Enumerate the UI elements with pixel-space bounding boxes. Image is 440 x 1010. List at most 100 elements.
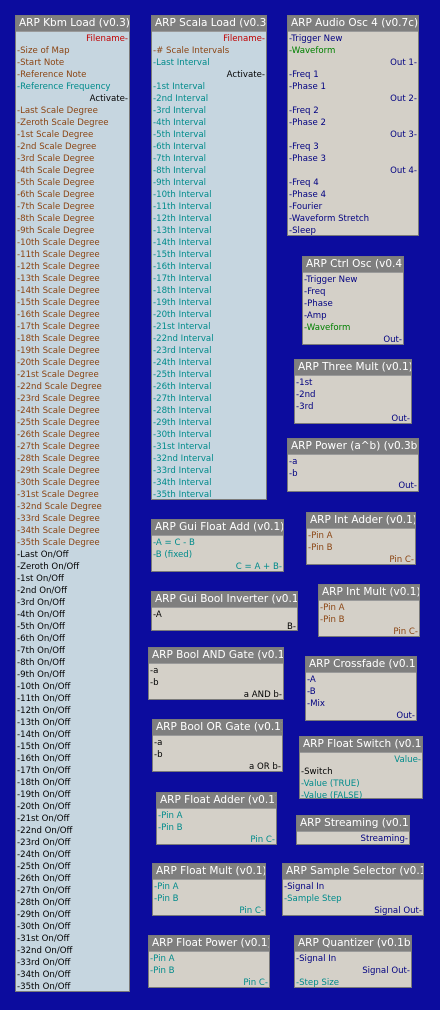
output-pin[interactable]: Filename- bbox=[152, 33, 266, 45]
input-pin[interactable]: -19th Scale Degree bbox=[16, 345, 129, 357]
input-pin[interactable]: -35th On/Off bbox=[16, 981, 129, 993]
input-pin[interactable]: -14th Scale Degree bbox=[16, 285, 129, 297]
input-pin[interactable]: -34th Scale Degree bbox=[16, 525, 129, 537]
input-pin[interactable]: -13th On/Off bbox=[16, 717, 129, 729]
module-int-mult[interactable]: ARP Int Mult (v0.1) -Pin A -Pin B Pin C- bbox=[318, 584, 420, 637]
output-pin[interactable]: Streaming- bbox=[297, 833, 409, 845]
input-pin[interactable]: -Signal In bbox=[295, 953, 411, 965]
input-pin[interactable]: -16th Interval bbox=[152, 261, 266, 273]
input-pin[interactable]: -Last On/Off bbox=[16, 549, 129, 561]
input-pin[interactable]: -14th On/Off bbox=[16, 729, 129, 741]
input-pin[interactable]: -Pin B bbox=[319, 614, 419, 626]
module-title[interactable]: ARP Gui Bool Inverter (v0.1) bbox=[152, 592, 297, 608]
input-pin[interactable]: -Pin A bbox=[307, 530, 415, 542]
module-title[interactable]: ARP Power (a^b) (v0.3b) bbox=[288, 439, 418, 455]
input-pin[interactable]: -10th Interval bbox=[152, 189, 266, 201]
input-pin[interactable]: -a bbox=[288, 456, 418, 468]
output-pin[interactable]: Out- bbox=[306, 710, 416, 722]
input-pin[interactable]: -4th On/Off bbox=[16, 609, 129, 621]
module-title[interactable]: ARP Ctrl Osc (v0.4) bbox=[303, 257, 403, 273]
input-pin[interactable]: -Waveform bbox=[288, 45, 418, 57]
output-pin[interactable]: Pin C- bbox=[149, 977, 269, 989]
input-pin[interactable]: -b bbox=[149, 677, 283, 689]
input-pin[interactable]: -3rd Interval bbox=[152, 105, 266, 117]
output-pin[interactable]: Out 1- bbox=[288, 57, 418, 69]
input-pin[interactable]: -22nd On/Off bbox=[16, 825, 129, 837]
input-pin[interactable]: -a bbox=[153, 737, 282, 749]
input-pin[interactable]: -13th Interval bbox=[152, 225, 266, 237]
input-pin[interactable]: -25th Interval bbox=[152, 369, 266, 381]
input-pin[interactable]: -33rd On/Off bbox=[16, 957, 129, 969]
input-pin[interactable]: -31st Interval bbox=[152, 441, 266, 453]
input-pin[interactable]: -Phase 2 bbox=[288, 117, 418, 129]
module-gui-float-add[interactable]: ARP Gui Float Add (v0.1) -A = C - B -B (fi… bbox=[151, 519, 284, 572]
input-pin[interactable]: -B (fixed) bbox=[152, 549, 283, 561]
input-pin[interactable]: -32nd On/Off bbox=[16, 945, 129, 957]
input-pin[interactable]: -4th Interval bbox=[152, 117, 266, 129]
module-sample-selector[interactable]: ARP Sample Selector (v0.1) -Signal In -Sam… bbox=[282, 863, 424, 916]
module-title[interactable]: ARP Sample Selector (v0.1) bbox=[283, 864, 423, 880]
input-pin[interactable]: -11th On/Off bbox=[16, 693, 129, 705]
output-pin[interactable]: Pin C- bbox=[319, 626, 419, 638]
input-pin[interactable]: -Mix bbox=[306, 698, 416, 710]
input-pin[interactable]: -5th Interval bbox=[152, 129, 266, 141]
module-title[interactable]: ARP Float Adder (v0.1) bbox=[157, 793, 276, 809]
input-pin[interactable]: -Pin A bbox=[319, 602, 419, 614]
input-pin[interactable]: -2nd bbox=[295, 389, 411, 401]
input-pin[interactable]: -3rd On/Off bbox=[16, 597, 129, 609]
input-pin[interactable]: -Pin A bbox=[157, 810, 276, 822]
input-pin[interactable]: -35th Interval bbox=[152, 489, 266, 501]
module-streaming[interactable]: ARP Streaming (v0.1) Streaming- bbox=[296, 815, 410, 845]
module-float-mult[interactable]: ARP Float Mult (v0.1) -Pin A -Pin B Pin C- bbox=[152, 863, 266, 916]
input-pin[interactable]: -1st Scale Degree bbox=[16, 129, 129, 141]
input-pin[interactable]: -Pin B bbox=[157, 822, 276, 834]
input-pin[interactable]: -15th On/Off bbox=[16, 741, 129, 753]
module-float-adder[interactable]: ARP Float Adder (v0.1) -Pin A -Pin B Pin C- bbox=[156, 792, 277, 845]
input-pin[interactable]: -32nd Scale Degree bbox=[16, 501, 129, 513]
module-title[interactable]: ARP Quantizer (v0.1b) bbox=[295, 936, 411, 952]
module-title[interactable]: ARP Scala Load (v0.3) bbox=[152, 16, 266, 32]
input-pin[interactable]: -30th Interval bbox=[152, 429, 266, 441]
input-pin[interactable]: -17th Interval bbox=[152, 273, 266, 285]
input-pin[interactable]: -9th On/Off bbox=[16, 669, 129, 681]
input-pin[interactable]: -10th On/Off bbox=[16, 681, 129, 693]
output-pin[interactable]: Out 3- bbox=[288, 129, 418, 141]
output-pin[interactable]: Activate- bbox=[152, 69, 266, 81]
input-pin[interactable]: -33rd Interval bbox=[152, 465, 266, 477]
input-pin[interactable]: -26th Scale Degree bbox=[16, 429, 129, 441]
input-pin[interactable]: -20th On/Off bbox=[16, 801, 129, 813]
input-pin[interactable]: -Last Scale Degree bbox=[16, 105, 129, 117]
input-pin[interactable]: -27th Scale Degree bbox=[16, 441, 129, 453]
input-pin[interactable]: -2nd Interval bbox=[152, 93, 266, 105]
input-pin[interactable]: -A bbox=[152, 609, 297, 621]
input-pin[interactable]: -17th Scale Degree bbox=[16, 321, 129, 333]
input-pin[interactable]: -6th On/Off bbox=[16, 633, 129, 645]
input-pin[interactable]: -3rd bbox=[295, 401, 411, 413]
input-pin[interactable]: -9th Interval bbox=[152, 177, 266, 189]
output-pin[interactable]: a AND b- bbox=[149, 689, 283, 701]
module-bool-and-gate[interactable]: ARP Bool AND Gate (v0.1) -a -b a AND b- bbox=[148, 647, 284, 700]
module-gui-bool-inverter[interactable]: ARP Gui Bool Inverter (v0.1) -A B- bbox=[151, 591, 298, 632]
input-pin[interactable]: -3rd Scale Degree bbox=[16, 153, 129, 165]
input-pin[interactable]: -25th Scale Degree bbox=[16, 417, 129, 429]
output-pin[interactable]: a OR b- bbox=[153, 761, 282, 773]
input-pin[interactable]: -27th On/Off bbox=[16, 885, 129, 897]
input-pin[interactable]: -34th On/Off bbox=[16, 969, 129, 981]
input-pin[interactable]: -18th Interval bbox=[152, 285, 266, 297]
input-pin[interactable]: -5th Scale Degree bbox=[16, 177, 129, 189]
input-pin[interactable]: -13th Scale Degree bbox=[16, 273, 129, 285]
input-pin[interactable]: -6th Interval bbox=[152, 141, 266, 153]
module-crossfade[interactable]: ARP Crossfade (v0.1) -A -B -Mix Out- bbox=[305, 656, 417, 721]
input-pin[interactable]: -b bbox=[153, 749, 282, 761]
input-pin[interactable]: -10th Scale Degree bbox=[16, 237, 129, 249]
output-pin[interactable]: Pin C- bbox=[157, 834, 276, 846]
output-pin[interactable]: Out 4- bbox=[288, 165, 418, 177]
input-pin[interactable]: -1st Interval bbox=[152, 81, 266, 93]
input-pin[interactable]: -16th Scale Degree bbox=[16, 309, 129, 321]
module-ctrl-osc[interactable]: ARP Ctrl Osc (v0.4) -Trigger New -Freq -Pha… bbox=[302, 256, 404, 345]
input-pin[interactable]: -23rd Scale Degree bbox=[16, 393, 129, 405]
module-title[interactable]: ARP Audio Osc 4 (v0.7c) bbox=[288, 16, 418, 32]
input-pin[interactable]: -4th Scale Degree bbox=[16, 165, 129, 177]
input-pin[interactable]: -Phase 4 bbox=[288, 189, 418, 201]
input-pin[interactable]: -Pin B bbox=[307, 542, 415, 554]
